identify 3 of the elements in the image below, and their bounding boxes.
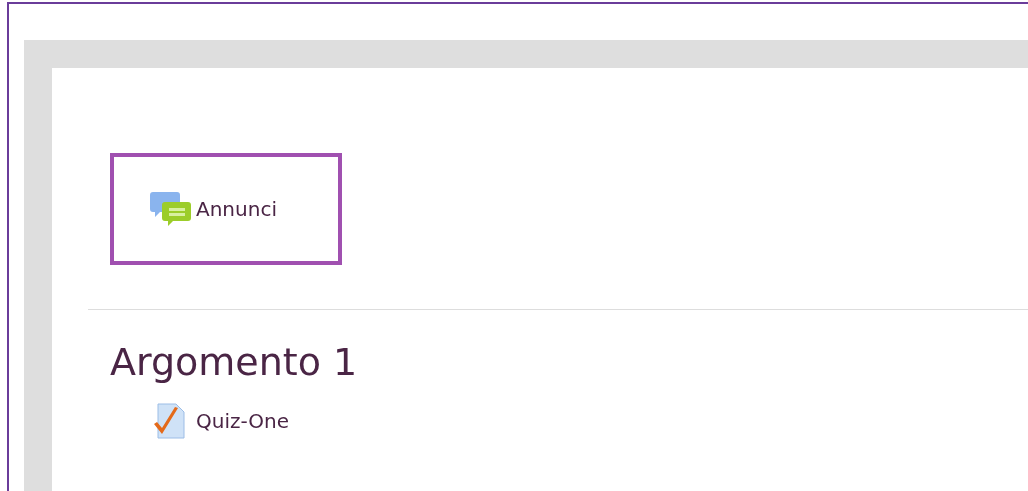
section-heading: Argomento 1 xyxy=(110,340,359,386)
activity-link[interactable]: Quiz-One xyxy=(150,399,289,442)
activity-link[interactable]: Annunci xyxy=(150,188,277,230)
